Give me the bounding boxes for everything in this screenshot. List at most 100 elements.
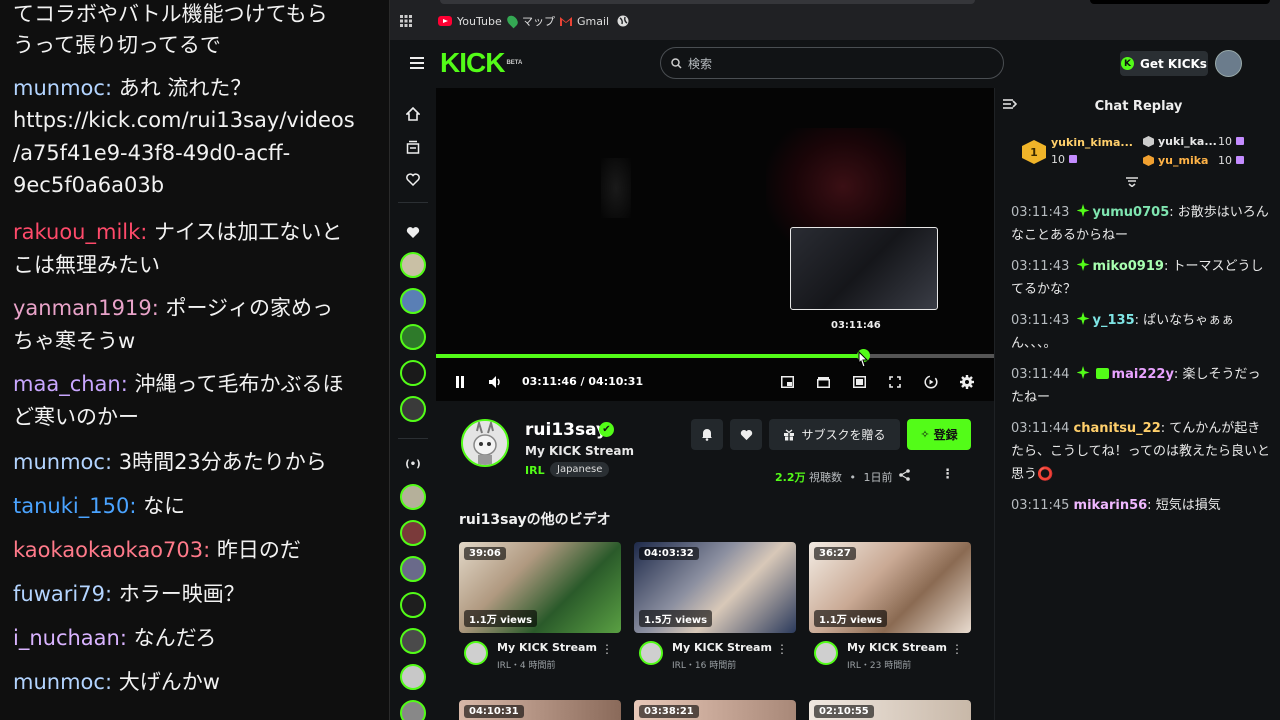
overlay-chat-username[interactable]: rakuou_milk xyxy=(13,220,140,244)
video-title[interactable]: My KICK Stream xyxy=(672,641,772,654)
bookmark-gmail[interactable]: Gmail xyxy=(560,13,609,29)
subscribe-button[interactable]: ✧ 登録 xyxy=(907,419,971,450)
left-sidebar: (•) xyxy=(390,88,436,720)
more-options-icon[interactable]: ⋮ xyxy=(601,642,613,656)
expand-gifters-icon[interactable] xyxy=(1125,177,1139,188)
kick-logo[interactable]: KICK BETA xyxy=(440,49,522,77)
channel-avatar[interactable] xyxy=(464,641,488,665)
chat-username[interactable]: y_135 xyxy=(1093,313,1135,328)
followed-channel-avatar[interactable] xyxy=(400,396,426,422)
recommended-channel-avatar[interactable] xyxy=(400,700,426,720)
pause-icon[interactable] xyxy=(452,374,468,390)
overlay-chat-line: /a75f41e9-43f8-49d0-acff- xyxy=(13,137,381,169)
overlay-chat-colon: : xyxy=(104,670,119,694)
video-thumbnail[interactable]: 36:27 1.1万 views xyxy=(809,542,971,633)
menu-icon[interactable] xyxy=(410,57,424,69)
theater-mode-icon[interactable] xyxy=(851,374,867,390)
video-thumbnail[interactable]: 39:06 1.1万 views xyxy=(459,542,621,633)
video-meta: IRL・16 時間前 xyxy=(672,661,737,671)
progress-bar[interactable] xyxy=(436,349,994,362)
recommended-channel-avatar[interactable] xyxy=(400,628,426,654)
share-icon[interactable] xyxy=(899,469,910,481)
chat-username[interactable]: yumu0705 xyxy=(1093,205,1170,220)
recommended-channel-avatar[interactable] xyxy=(400,484,426,510)
overlay-chat-username[interactable]: kaokaokaokao703 xyxy=(13,538,203,562)
video-thumbnail[interactable]: 04:10:31 xyxy=(459,700,621,720)
pip-icon[interactable] xyxy=(779,374,795,390)
channel-avatar[interactable] xyxy=(639,641,663,665)
youtube-icon xyxy=(438,16,452,26)
playback-speed-icon[interactable] xyxy=(923,374,939,390)
followed-channel-avatar[interactable] xyxy=(400,252,426,278)
overlay-chat-username[interactable]: tanuki_150 xyxy=(13,494,129,518)
chat-message: 03:11:44 chanitsu_22: てんかんが起きたら、こうしてね！って… xyxy=(1011,417,1271,486)
collapse-chat-icon[interactable] xyxy=(1003,98,1018,114)
overlay-chat-username[interactable]: munmoc xyxy=(13,670,105,694)
bell-icon xyxy=(702,429,712,441)
apps-grid-icon[interactable] xyxy=(400,13,412,29)
more-options-icon[interactable]: ⋮ xyxy=(951,642,963,656)
overlay-chat-username[interactable]: fuwari79 xyxy=(13,582,105,606)
channel-avatar[interactable] xyxy=(461,419,509,467)
video-thumbnail[interactable]: 02:10:55 xyxy=(809,700,971,720)
gift-sub-button[interactable]: サブスクを贈る xyxy=(769,419,900,450)
bookmark-label: マップ xyxy=(522,15,555,28)
overlay-chat-username[interactable]: munmoc xyxy=(13,450,105,474)
follow-heart-button[interactable] xyxy=(730,419,762,450)
user-avatar[interactable] xyxy=(1215,50,1242,77)
home-icon[interactable] xyxy=(403,104,423,124)
overlay-chat-line: i_nuchaan: なんだろ xyxy=(13,622,381,654)
video-player[interactable]: 03:11:46 03:11:46 / 04:10:31 xyxy=(436,88,994,401)
settings-gear-icon[interactable] xyxy=(959,374,975,390)
bookmark-youtube[interactable]: YouTube xyxy=(438,13,502,29)
video-thumbnail[interactable]: 04:03:32 1.5万 views xyxy=(634,542,796,633)
fullscreen-icon[interactable] xyxy=(887,374,903,390)
globe-bookmark[interactable] xyxy=(617,13,629,29)
bookmark-maps[interactable]: マップ xyxy=(505,13,555,29)
following-icon[interactable] xyxy=(403,169,423,189)
chat-username[interactable]: mai222y xyxy=(1112,367,1174,382)
get-kicks-button[interactable]: K Get KICKs xyxy=(1120,51,1208,76)
overlay-chat-line: fuwari79: ホラー映画？ xyxy=(13,578,381,610)
overlay-chat-username[interactable]: maa_chan xyxy=(13,372,121,396)
overlay-chat-text: 昨日のだ xyxy=(216,538,301,562)
overlay-chat-line: munmoc: 大げんかw xyxy=(13,666,381,698)
overlay-chat-text: なんだろ xyxy=(133,626,217,650)
video-thumbnail[interactable]: 03:38:21 xyxy=(634,700,796,720)
clip-icon[interactable] xyxy=(815,374,831,390)
channel-name[interactable]: rui13say xyxy=(525,420,607,440)
subscribe-star-icon: ✧ xyxy=(920,428,930,441)
followed-channel-avatar[interactable] xyxy=(400,324,426,350)
language-tag[interactable]: Japanese xyxy=(550,462,610,477)
chat-username[interactable]: miko0919 xyxy=(1093,259,1164,274)
gifter-name[interactable]: yukin_kima... xyxy=(1051,136,1133,149)
video-title[interactable]: My KICK Stream xyxy=(847,641,947,654)
overlay-chat-line: rakuou_milk: ナイスは加工ないと xyxy=(13,216,381,248)
chat-username[interactable]: chanitsu_22 xyxy=(1074,421,1161,436)
bookmark-label: YouTube xyxy=(457,14,502,28)
more-options-icon[interactable]: ⋮ xyxy=(776,642,788,656)
video-title[interactable]: My KICK Stream xyxy=(497,641,597,654)
gifter-name[interactable]: yuki_ka... xyxy=(1158,135,1217,148)
chat-timestamp: 03:11:43 xyxy=(1011,259,1070,274)
video-duration: 02:10:55 xyxy=(814,705,874,718)
recommended-channel-avatar[interactable] xyxy=(400,556,426,582)
followed-channel-avatar[interactable] xyxy=(400,360,426,386)
overlay-chat-username[interactable]: i_nuchaan xyxy=(13,626,120,650)
channel-avatar[interactable] xyxy=(814,641,838,665)
chat-message: 03:11:43 y_135: ぱいなちゃぁぁん、、、。 xyxy=(1011,309,1271,355)
overlay-chat-username[interactable]: yanman1919 xyxy=(13,296,152,320)
overlay-chat-username[interactable]: munmoc xyxy=(13,76,105,100)
browse-icon[interactable] xyxy=(403,137,423,157)
search-input[interactable]: 検索 xyxy=(660,47,1004,79)
recommended-channel-avatar[interactable] xyxy=(400,592,426,618)
notification-bell-button[interactable] xyxy=(691,419,723,450)
recommended-channel-avatar[interactable] xyxy=(400,520,426,546)
followed-channel-avatar[interactable] xyxy=(400,288,426,314)
volume-icon[interactable] xyxy=(488,374,504,390)
recommended-channel-avatar[interactable] xyxy=(400,664,426,690)
gifter-name[interactable]: yu_mika xyxy=(1158,154,1208,167)
more-options-icon[interactable]: ⋮ xyxy=(941,467,954,482)
chat-username[interactable]: mikarin56 xyxy=(1074,498,1148,513)
category-link[interactable]: IRL xyxy=(525,464,545,477)
